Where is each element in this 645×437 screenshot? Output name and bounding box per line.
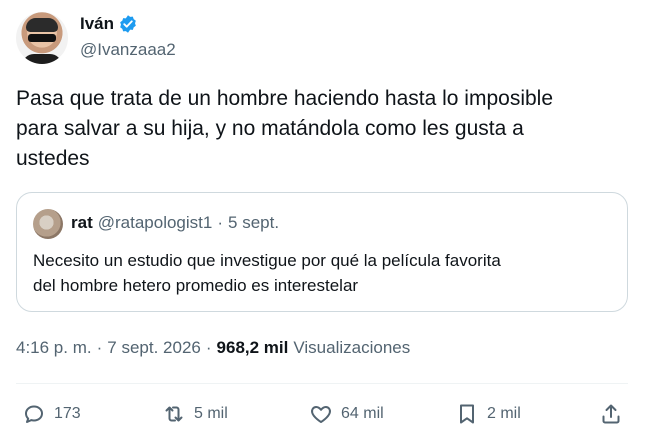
bookmark-button[interactable]: 2 mil: [455, 402, 521, 426]
action-bar: 173 5 mil 64 mil 2 mil: [22, 402, 627, 430]
heart-icon: [311, 406, 331, 423]
tweet-text: Pasa que trata de un hombre haciendo has…: [16, 87, 554, 170]
reply-count: 173: [54, 405, 81, 422]
like-count: 64 mil: [341, 405, 384, 422]
retweet-icon: [165, 406, 183, 422]
views-count: 968,2 mil: [216, 338, 289, 357]
author-handle[interactable]: @Ivanzaaa2: [80, 40, 176, 60]
tweet-meta: 4:16 p. m. · 7 sept. 2026 · 968,2 mil Vi…: [16, 338, 410, 358]
tweet-date[interactable]: 7 sept. 2026: [107, 338, 201, 358]
quoted-header: rat @ratapologist1 · 5 sept.: [71, 213, 279, 233]
like-button[interactable]: 64 mil: [309, 402, 384, 426]
avatar-hair: [26, 18, 58, 32]
quoted-text: Necesito un estudio que investigue por q…: [33, 251, 501, 295]
divider: [16, 383, 628, 384]
quoted-avatar[interactable]: [33, 209, 63, 239]
author-name-row: Iván: [80, 14, 138, 34]
bookmark-count: 2 mil: [487, 405, 521, 422]
author-name[interactable]: Iván: [80, 14, 114, 34]
reply-icon: [25, 405, 43, 423]
retweet-count: 5 mil: [194, 405, 228, 422]
bookmark-icon: [460, 404, 474, 424]
reply-button[interactable]: 173: [22, 402, 81, 426]
retweet-button[interactable]: 5 mil: [162, 402, 228, 426]
quoted-tweet[interactable]: rat @ratapologist1 · 5 sept. Necesito un…: [16, 192, 628, 312]
meta-separator: ·: [96, 338, 103, 357]
quoted-date: 5 sept.: [228, 213, 280, 232]
tweet-time[interactable]: 4:16 p. m.: [16, 338, 92, 358]
quoted-author-name: rat: [71, 213, 93, 232]
avatar-shirt: [22, 54, 62, 64]
quoted-separator: ·: [217, 213, 224, 232]
quoted-author-handle: @ratapologist1: [97, 213, 213, 232]
verified-badge-icon: [120, 15, 136, 33]
meta-separator: ·: [205, 338, 212, 357]
share-icon: [602, 404, 620, 424]
share-button[interactable]: [599, 402, 623, 426]
avatar-glasses: [28, 34, 56, 42]
author-avatar[interactable]: [16, 12, 68, 64]
views-label: Visualizaciones: [293, 338, 411, 357]
